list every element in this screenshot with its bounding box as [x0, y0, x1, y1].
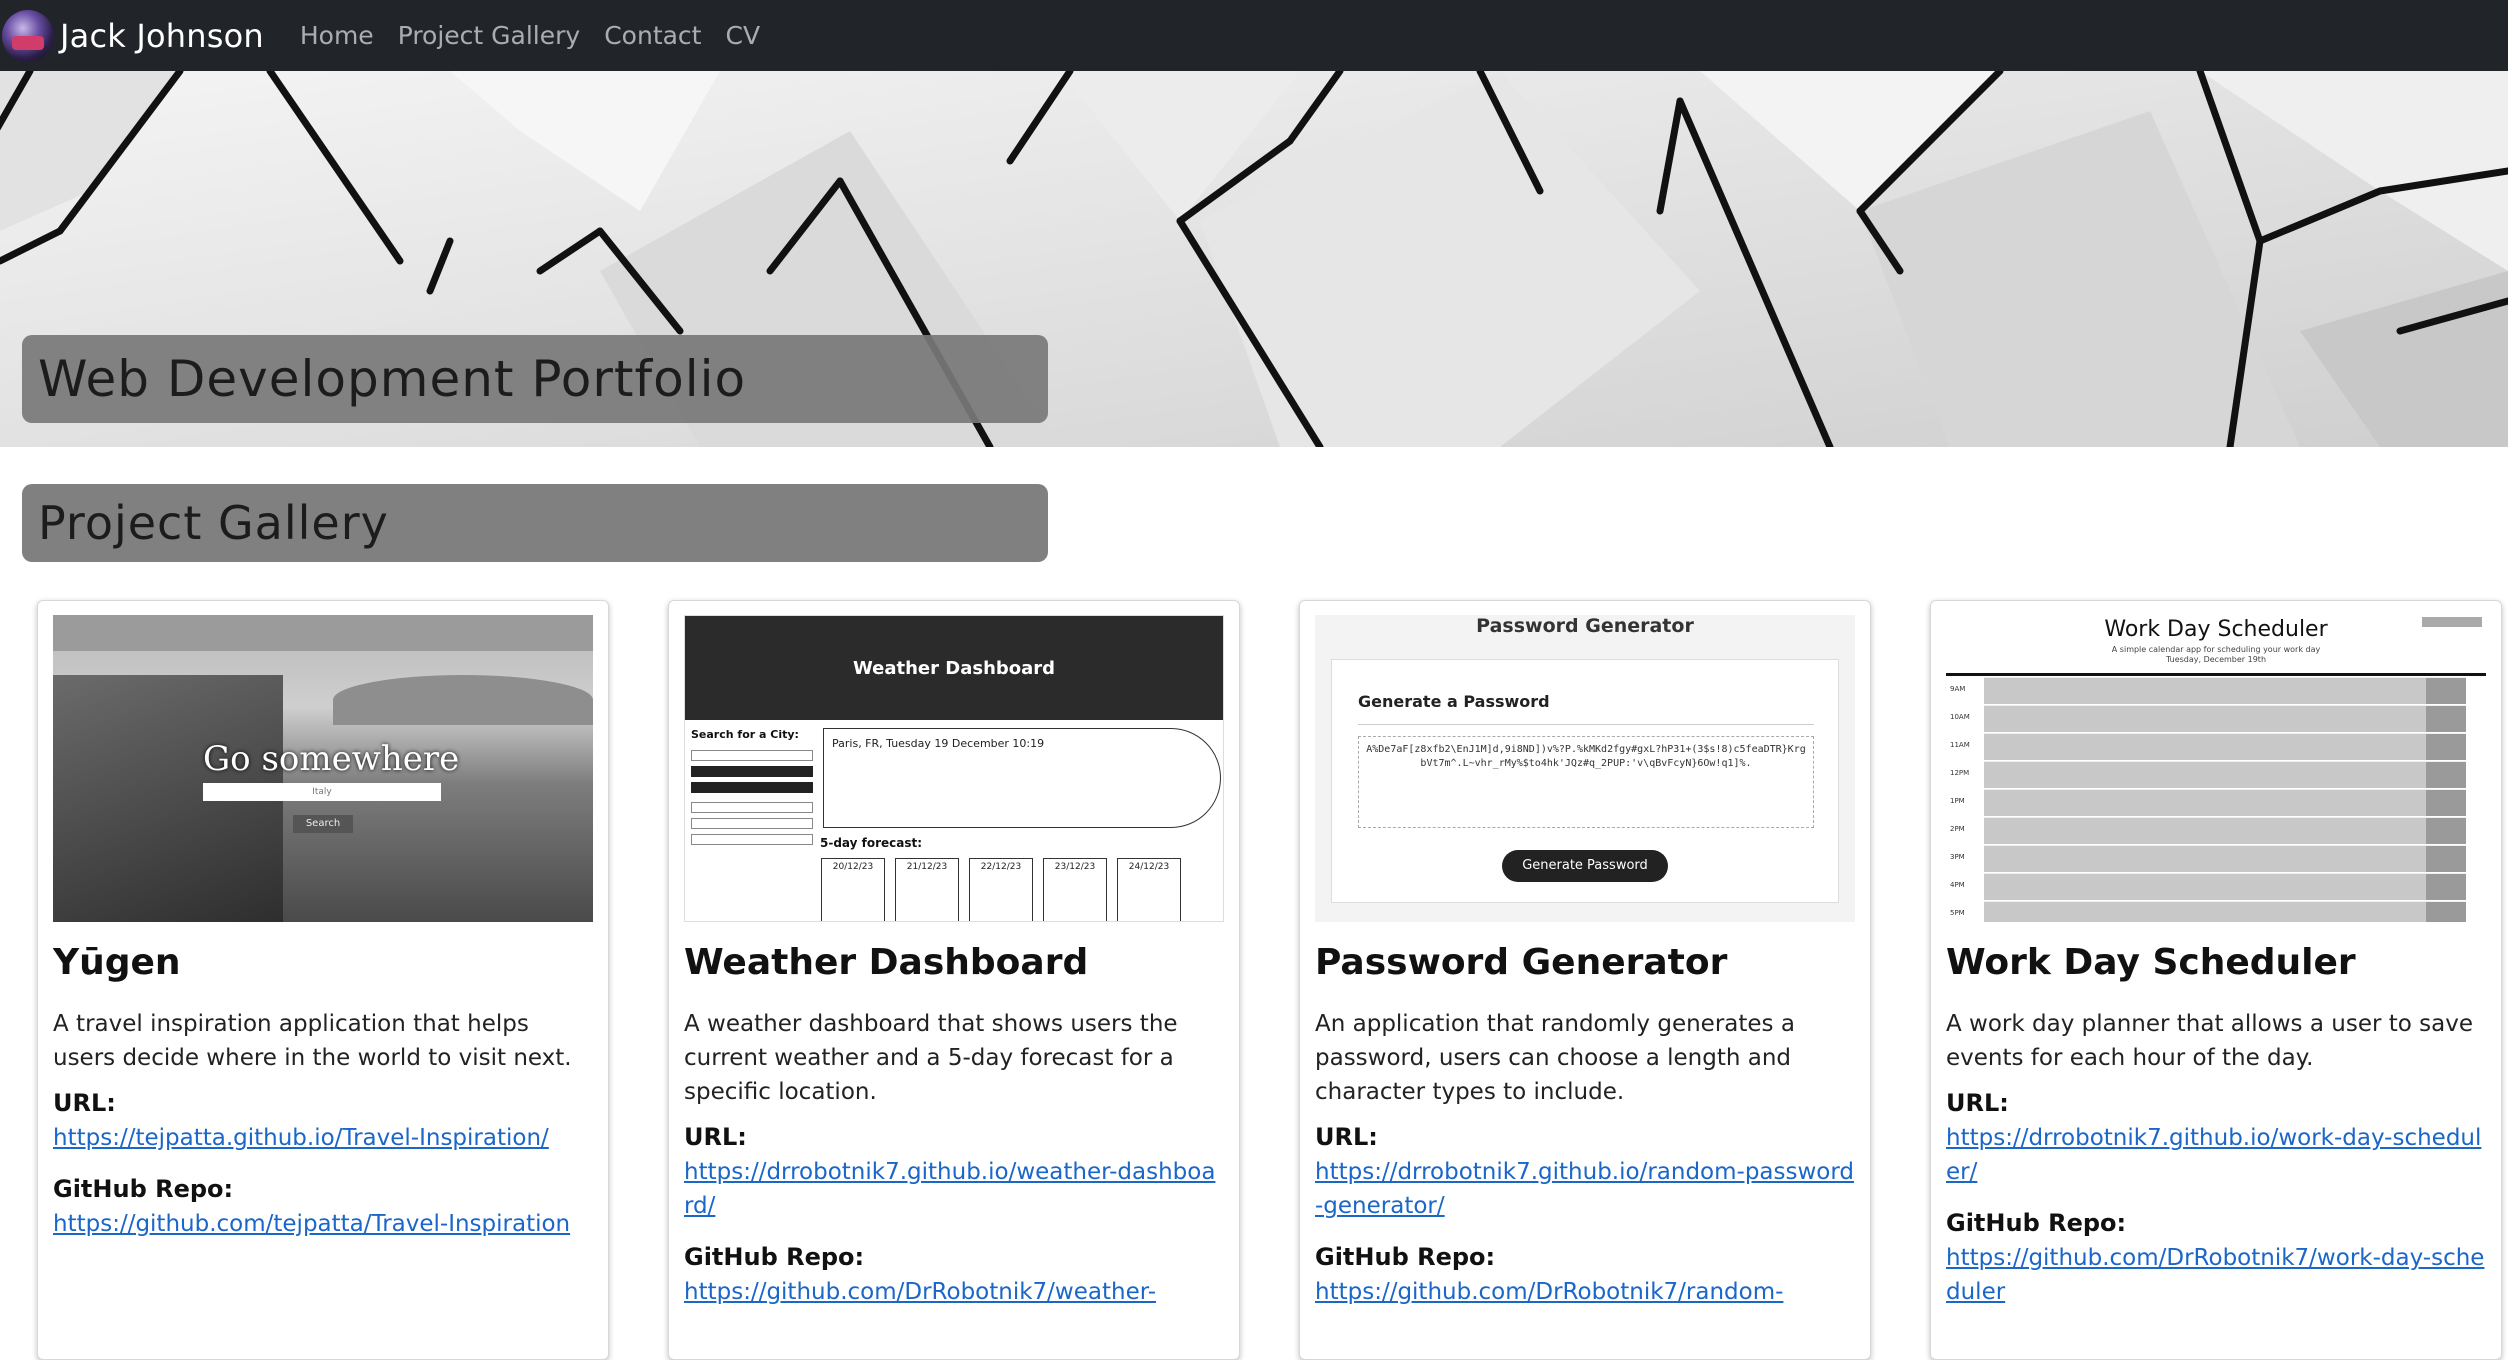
card-description: An application that randomly generates a…: [1315, 1011, 1795, 1105]
screenshot-forecast-label: 5-day forecast:: [820, 836, 923, 850]
screenshot-hour: 1PM: [1950, 797, 1965, 805]
screenshot-hour: 10AM: [1950, 713, 1970, 721]
project-card-yugen: Go somewhere Italy Search Yūgen A travel…: [37, 600, 609, 1360]
card-description: A weather dashboard that shows users the…: [684, 1011, 1178, 1105]
project-repo-link[interactable]: https://github.com/DrRobotnik7/work-day-…: [1946, 1241, 2486, 1309]
screenshot-input: Italy: [203, 783, 441, 801]
screenshot-forecast-day: 24/12/23: [1117, 858, 1181, 921]
avatar: [2, 9, 54, 62]
url-label: URL:: [53, 1089, 116, 1117]
screenshot-search-label: Search for a City:: [691, 728, 799, 741]
screenshot-header: Work Day Scheduler: [2104, 617, 2328, 642]
card-title: Yūgen: [53, 942, 181, 983]
project-card-work-day-scheduler: Work Day Scheduler A simple calendar app…: [1930, 600, 2502, 1360]
project-url-link[interactable]: https://drrobotnik7.github.io/random-pas…: [1315, 1155, 1855, 1223]
screenshot-hour: 9AM: [1950, 685, 1966, 693]
gallery-title-box: Project Gallery: [22, 484, 1048, 562]
project-repo-link[interactable]: https://github.com/DrRobotnik7/weather-: [684, 1275, 1224, 1309]
screenshot-heading: Go somewhere: [203, 739, 460, 779]
repo-label: GitHub Repo:: [684, 1243, 865, 1271]
nav-link-home[interactable]: Home: [300, 21, 374, 50]
project-url-link[interactable]: https://drrobotnik7.github.io/weather-da…: [684, 1155, 1224, 1223]
gallery-title: Project Gallery: [38, 496, 389, 550]
project-card-weather-dashboard: Weather Dashboard Search for a City: Par…: [668, 600, 1240, 1360]
nav-link-contact[interactable]: Contact: [604, 21, 701, 50]
screenshot-hour: 2PM: [1950, 825, 1965, 833]
project-screenshot-weather: Weather Dashboard Search for a City: Par…: [684, 615, 1224, 922]
project-screenshot-yugen: Go somewhere Italy Search: [53, 615, 593, 922]
screenshot-generate-button: Generate Password: [1502, 850, 1668, 882]
screenshot-hour: 4PM: [1950, 881, 1965, 889]
card-title: Work Day Scheduler: [1946, 942, 2356, 983]
screenshot-date: Tuesday, December 19th: [2165, 655, 2267, 664]
card-description: A travel inspiration application that he…: [53, 1011, 572, 1071]
screenshot-forecast-day: 23/12/23: [1043, 858, 1107, 921]
screenshot-button: Search: [293, 815, 353, 833]
project-screenshot-password: Password Generator Generate a Password A…: [1315, 615, 1855, 922]
brand[interactable]: Jack Johnson: [0, 0, 264, 71]
screenshot-forecast-day: 21/12/23: [895, 858, 959, 921]
card-description: A work day planner that allows a user to…: [1946, 1011, 2473, 1071]
screenshot-card-title: Generate a Password: [1358, 692, 1550, 711]
repo-label: GitHub Repo:: [53, 1175, 234, 1203]
project-url-link[interactable]: https://tejpatta.github.io/Travel-Inspir…: [53, 1121, 593, 1155]
navbar: Jack Johnson Home Project Gallery Contac…: [0, 0, 2508, 71]
brand-name[interactable]: Jack Johnson: [60, 17, 264, 55]
hero-title-box: Web Development Portfolio: [22, 335, 1048, 423]
nav-links: Home Project Gallery Contact CV: [300, 21, 784, 50]
project-screenshot-scheduler: Work Day Scheduler A simple calendar app…: [1946, 615, 2486, 922]
nav-link-cv[interactable]: CV: [725, 21, 760, 50]
url-label: URL:: [684, 1123, 747, 1151]
url-label: URL:: [1315, 1123, 1378, 1151]
card-title: Weather Dashboard: [684, 942, 1089, 983]
screenshot-subtitle: A simple calendar app for scheduling you…: [2111, 645, 2321, 654]
hero-title: Web Development Portfolio: [38, 350, 747, 408]
screenshot-forecast-day: 22/12/23: [969, 858, 1033, 921]
screenshot-header: Weather Dashboard: [685, 616, 1223, 720]
repo-label: GitHub Repo:: [1315, 1243, 1496, 1271]
hero-banner: Web Development Portfolio: [0, 71, 2508, 447]
screenshot-current-weather: Paris, FR, Tuesday 19 December 10:19: [823, 728, 1221, 828]
screenshot-header: Password Generator: [1476, 615, 1694, 637]
url-label: URL:: [1946, 1089, 2009, 1117]
screenshot-forecast-day: 20/12/23: [821, 858, 885, 921]
card-title: Password Generator: [1315, 942, 1728, 983]
screenshot-password: A%De7aF[z8xfb2\EnJ1M]d,9i8ND])v%?P.%kMKd…: [1358, 736, 1814, 828]
screenshot-hour: 12PM: [1950, 769, 1970, 777]
repo-label: GitHub Repo:: [1946, 1209, 2127, 1237]
project-url-link[interactable]: https://drrobotnik7.github.io/work-day-s…: [1946, 1121, 2486, 1189]
screenshot-hour: 5PM: [1950, 909, 1965, 917]
nav-link-project-gallery[interactable]: Project Gallery: [398, 21, 581, 50]
screenshot-hour: 11AM: [1950, 741, 1970, 749]
project-repo-link[interactable]: https://github.com/tejpatta/Travel-Inspi…: [53, 1207, 593, 1241]
screenshot-hour: 3PM: [1950, 853, 1965, 861]
project-repo-link[interactable]: https://github.com/DrRobotnik7/random-: [1315, 1275, 1855, 1309]
project-card-password-generator: Password Generator Generate a Password A…: [1299, 600, 1871, 1360]
